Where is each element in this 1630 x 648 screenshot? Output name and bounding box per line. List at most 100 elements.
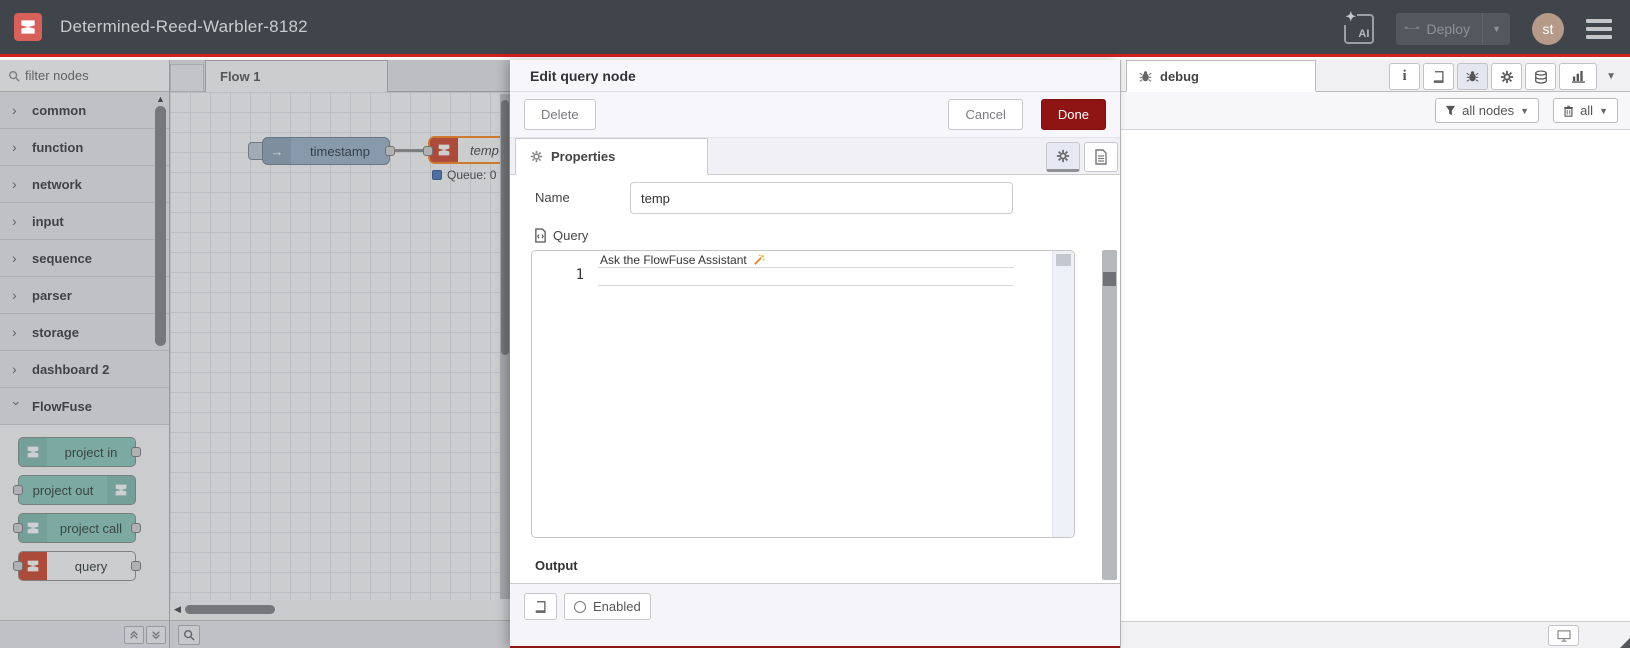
zoom-search-button[interactable] [178, 624, 200, 645]
palette-scrollbar-thumb[interactable] [155, 106, 166, 346]
chevron-right-icon: › [12, 324, 17, 340]
bug-icon [1466, 71, 1479, 82]
tab-flow-1[interactable]: Flow 1 [205, 60, 388, 92]
scroll-up-arrow-icon[interactable]: ▲ [154, 94, 167, 104]
info-icon: i [1402, 68, 1407, 84]
debug-message-list[interactable] [1121, 130, 1630, 584]
debug-sidebar: debug i ▼ all nodes ▼ all ▼ [1120, 60, 1630, 648]
palette-category-sequence[interactable]: › sequence [0, 240, 169, 277]
scroll-left-arrow-icon[interactable]: ◀ [174, 604, 181, 615]
query-section-label: Query [534, 228, 588, 243]
node-red-app: Determined-Reed-Warbler-8182 ✦ AI ▪—▪ De… [0, 0, 1630, 648]
palette-flowfuse-nodes: project in project out project call quer… [0, 425, 169, 630]
tab-strip-spacer [170, 64, 204, 92]
enabled-toggle-button[interactable]: Enabled [564, 593, 651, 620]
done-button[interactable]: Done [1040, 99, 1106, 130]
scrollbar-thumb[interactable] [501, 100, 509, 355]
expand-all-button[interactable] [146, 625, 166, 644]
main-menu-button[interactable] [1586, 18, 1612, 39]
debug-clear-button[interactable]: all ▼ [1553, 98, 1618, 123]
palette-category-dashboard2[interactable]: › dashboard 2 [0, 351, 169, 388]
bar-chart-icon [1571, 70, 1585, 83]
deploy-options-caret[interactable]: ▼ [1482, 12, 1510, 45]
filter-nodes-input[interactable] [25, 68, 145, 83]
database-icon [1534, 69, 1547, 84]
caret-down-icon: ▼ [1520, 105, 1530, 116]
flowfuse-logo-icon [19, 438, 47, 466]
resize-grip[interactable] [1620, 638, 1630, 648]
collapse-all-button[interactable] [124, 625, 144, 644]
edit-tray-footer: Enabled [510, 583, 1120, 646]
palette-category-storage[interactable]: › storage [0, 314, 169, 351]
debug-panel-button[interactable] [1457, 63, 1489, 90]
editor-scrollbar[interactable] [1052, 251, 1074, 537]
flowfuse-logo-icon [14, 13, 42, 41]
node-timestamp[interactable]: → timestamp [262, 137, 395, 165]
magnifier-icon [184, 629, 195, 641]
gear-icon [1056, 149, 1070, 163]
chevron-right-icon: › [12, 102, 17, 118]
palette-scrollbar[interactable]: ▲ [154, 94, 167, 639]
properties-icon-button[interactable] [1046, 142, 1080, 172]
instance-title: Determined-Reed-Warbler-8182 [60, 17, 308, 36]
enabled-circle-icon [574, 600, 586, 613]
bug-icon [1139, 70, 1152, 82]
form-scrollbar[interactable] [1102, 250, 1117, 580]
input-port [13, 561, 23, 571]
edit-tray-toolbar: Delete Cancel Done [510, 92, 1120, 138]
deploy-button[interactable]: ▪—▪ Deploy ▼ [1396, 12, 1510, 45]
palette-node-project-out[interactable]: project out [13, 475, 136, 505]
palette-footer [0, 620, 169, 648]
palette-category-parser[interactable]: › parser [0, 277, 169, 314]
editor-active-line[interactable] [598, 267, 1014, 286]
book-icon [535, 600, 546, 613]
dashboard-charts-button[interactable] [1559, 63, 1598, 90]
sparkle-icon: ✦ [1344, 8, 1358, 25]
palette-category-input[interactable]: › input [0, 203, 169, 240]
palette-category-common[interactable]: › common [0, 92, 169, 129]
flow-workspace[interactable]: Flow 1 → timestamp temp Queue: 0 ◀ [170, 60, 510, 648]
config-nodes-button[interactable] [1491, 63, 1523, 90]
ai-assistant-button[interactable]: ✦ AI [1344, 8, 1375, 44]
palette-node-query[interactable]: query [13, 551, 141, 581]
canvas-horizontal-scrollbar[interactable]: ◀ [174, 602, 504, 616]
palette-category-flowfuse[interactable]: › FlowFuse [0, 388, 169, 425]
palette-node-project-in[interactable]: project in [18, 437, 141, 467]
name-input[interactable] [630, 182, 1013, 214]
tab-properties[interactable]: Properties [515, 138, 708, 175]
file-code-icon [535, 228, 546, 243]
scrollbar-thumb[interactable] [1103, 272, 1116, 286]
delete-button[interactable]: Delete [524, 99, 596, 130]
info-panel-button[interactable]: i [1389, 63, 1421, 90]
chevron-right-icon: › [12, 176, 17, 192]
header: Determined-Reed-Warbler-8182 ✦ AI ▪—▪ De… [0, 0, 1630, 57]
flowfuse-assistant-hint[interactable]: Ask the FlowFuse Assistant [600, 253, 765, 267]
help-panel-button[interactable] [1423, 63, 1455, 90]
input-port [13, 523, 23, 533]
palette-node-project-call[interactable]: project call [13, 513, 141, 543]
trash-icon [1564, 105, 1573, 117]
canvas-vertical-scrollbar[interactable] [500, 94, 510, 599]
node-status: Queue: 0 [432, 168, 496, 182]
node-temp-selected[interactable]: temp [423, 136, 510, 164]
workspace-footer [170, 620, 510, 648]
node-info-book-button[interactable] [524, 593, 557, 620]
scrollbar-thumb[interactable] [184, 604, 275, 614]
input-port[interactable] [423, 146, 433, 156]
user-avatar[interactable]: st [1532, 12, 1564, 45]
flowfuse-logo-icon [19, 552, 47, 580]
sidebar-options-caret[interactable]: ▼ [1606, 71, 1616, 82]
palette-category-network[interactable]: › network [0, 166, 169, 203]
caret-down-icon: ▼ [1599, 105, 1608, 116]
query-code-editor[interactable]: 1 Ask the FlowFuse Assistant [531, 250, 1075, 538]
edit-tray-tabs: Properties [510, 138, 1120, 175]
context-data-button[interactable] [1525, 63, 1557, 90]
chevron-down-icon: › [9, 401, 25, 406]
cancel-button[interactable]: Cancel [948, 99, 1023, 130]
palette-category-function[interactable]: › function [0, 129, 169, 166]
open-in-window-button[interactable] [1548, 625, 1579, 646]
tab-debug[interactable]: debug [1126, 60, 1316, 92]
scrollbar-thumb[interactable] [1056, 254, 1071, 266]
description-icon-button[interactable] [1084, 142, 1118, 172]
debug-filter-button[interactable]: all nodes ▼ [1435, 98, 1540, 123]
